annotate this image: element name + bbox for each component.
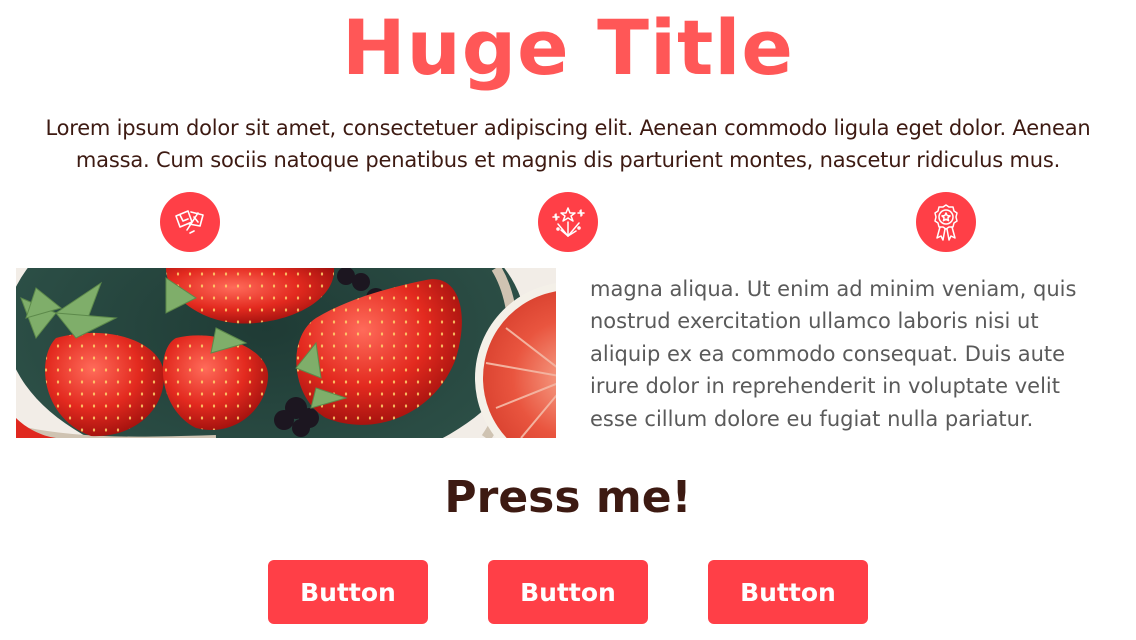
- cta-button-1[interactable]: Button: [268, 560, 428, 624]
- fireworks-icon: [538, 192, 598, 252]
- cta-title: Press me!: [444, 472, 692, 523]
- cta-button-2[interactable]: Button: [488, 560, 648, 624]
- strawberries-photo: [16, 268, 556, 438]
- hero-title: Huge Title: [342, 3, 794, 92]
- body-text-content: magna aliqua. Ut enim ad minim veniam, q…: [590, 276, 1077, 431]
- cta-button-3[interactable]: Button: [708, 560, 868, 624]
- intro-paragraph: Lorem ipsum dolor sit amet, consectetuer…: [45, 116, 1091, 172]
- flags-icon: [160, 192, 220, 252]
- award-ribbon-icon: [916, 192, 976, 252]
- body-text: magna aliqua. Ut enim ad minim veniam, q…: [590, 248, 1120, 438]
